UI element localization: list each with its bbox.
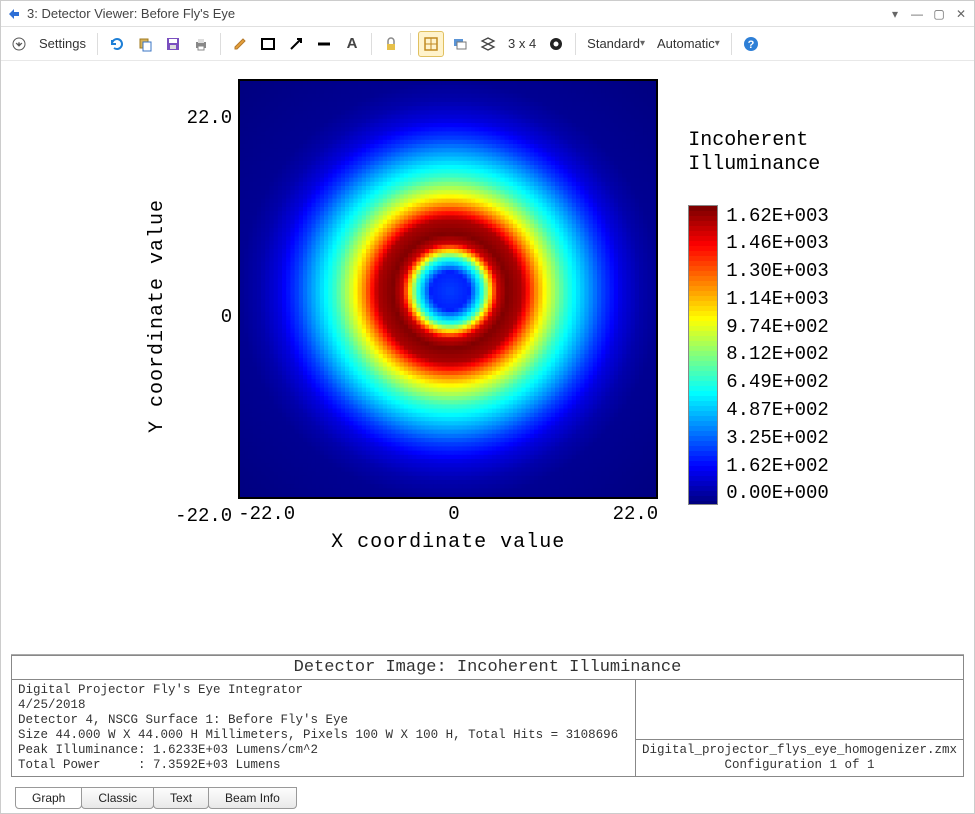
line-tool-icon[interactable] — [312, 31, 336, 57]
x-tick: -22.0 — [238, 503, 295, 525]
colorbar-tick: 1.30E+003 — [726, 260, 829, 282]
y-tick: 22.0 — [187, 107, 233, 129]
rectangle-tool-icon[interactable] — [256, 31, 280, 57]
separator — [371, 33, 372, 55]
separator — [575, 33, 576, 55]
settings-button[interactable]: Settings — [35, 31, 90, 57]
dock-button[interactable]: ▾ — [888, 7, 902, 21]
colorbar-tick: 4.87E+002 — [726, 399, 829, 421]
window-list-icon[interactable] — [448, 31, 472, 57]
y-tick: -22.0 — [175, 505, 232, 527]
colorbar-tick: 1.62E+003 — [726, 205, 829, 227]
heatmap-plot — [238, 79, 658, 499]
info-file-text: Digital_projector_flys_eye_homogenizer.z… — [636, 740, 963, 776]
x-tick: 22.0 — [613, 503, 659, 525]
tab-beaminfo[interactable]: Beam Info — [208, 787, 297, 809]
grid-size-label[interactable]: 3 x 4 — [504, 31, 540, 57]
x-tick: 0 — [448, 503, 459, 525]
info-header: Detector Image: Incoherent Illuminance — [11, 655, 964, 679]
standard-dropdown[interactable]: Standard — [583, 31, 649, 57]
x-axis-label: X coordinate value — [331, 531, 565, 554]
separator — [97, 33, 98, 55]
colorbar-tick: 1.62E+002 — [726, 455, 829, 477]
colorbar-tick: 9.74E+002 — [726, 316, 829, 338]
colorbar-tick: 6.49E+002 — [726, 371, 829, 393]
tab-graph[interactable]: Graph — [15, 787, 82, 809]
print-button[interactable] — [189, 31, 213, 57]
colorbar-tick: 3.25E+002 — [726, 427, 829, 449]
y-tick: 0 — [221, 306, 232, 328]
maximize-button[interactable]: ▢ — [932, 7, 946, 21]
y-axis-ticks: 22.0 0 -22.0 — [175, 107, 238, 527]
tab-classic[interactable]: Classic — [81, 787, 154, 809]
help-icon[interactable]: ? — [739, 31, 763, 57]
legend-title: Incoherent Illuminance — [688, 129, 829, 177]
copy-button[interactable] — [133, 31, 157, 57]
titlebar: 3: Detector Viewer: Before Fly's Eye ▾ —… — [1, 1, 974, 27]
separator — [731, 33, 732, 55]
bottom-tabs: Graph Classic Text Beam Info — [1, 781, 974, 813]
separator — [220, 33, 221, 55]
fit-view-icon[interactable] — [418, 31, 444, 57]
info-panel: Detector Image: Incoherent Illuminance D… — [11, 654, 964, 777]
minimize-button[interactable]: — — [910, 7, 924, 21]
info-details: Digital Projector Fly's Eye Integrator 4… — [12, 680, 636, 776]
lock-icon[interactable] — [379, 31, 403, 57]
colorbar — [688, 205, 718, 505]
svg-text:?: ? — [747, 39, 754, 51]
app-icon — [7, 7, 21, 21]
colorbar-legend: Incoherent Illuminance 1.62E+003 1.46E+0… — [688, 129, 829, 505]
window-title: 3: Detector Viewer: Before Fly's Eye — [27, 6, 235, 21]
tab-text[interactable]: Text — [153, 787, 209, 809]
separator — [410, 33, 411, 55]
refresh-button[interactable] — [105, 31, 129, 57]
automatic-dropdown[interactable]: Automatic — [653, 31, 724, 57]
colorbar-tick: 1.46E+003 — [726, 232, 829, 254]
text-tool-icon[interactable]: A — [340, 31, 364, 57]
colorbar-tick: 1.14E+003 — [726, 288, 829, 310]
colorbar-ticks: 1.62E+003 1.46E+003 1.30E+003 1.14E+003 … — [726, 205, 829, 505]
y-axis-label: Y coordinate value — [146, 199, 169, 433]
info-file: Digital_projector_flys_eye_homogenizer.z… — [636, 680, 963, 776]
save-button[interactable] — [161, 31, 185, 57]
chart-area: Y coordinate value 22.0 0 -22.0 -22.0 0 … — [1, 61, 974, 650]
x-axis-ticks: -22.0 0 22.0 — [238, 503, 658, 525]
colorbar-tick: 0.00E+000 — [726, 482, 829, 504]
toolbar: Settings A 3 x 4 Standard Automati — [1, 27, 974, 61]
target-icon[interactable] — [544, 31, 568, 57]
layers-icon[interactable] — [476, 31, 500, 57]
arrow-tool-icon[interactable] — [284, 31, 308, 57]
pencil-icon[interactable] — [228, 31, 252, 57]
colorbar-tick: 8.12E+002 — [726, 343, 829, 365]
expand-button[interactable] — [7, 31, 31, 57]
close-button[interactable]: ✕ — [954, 7, 968, 21]
